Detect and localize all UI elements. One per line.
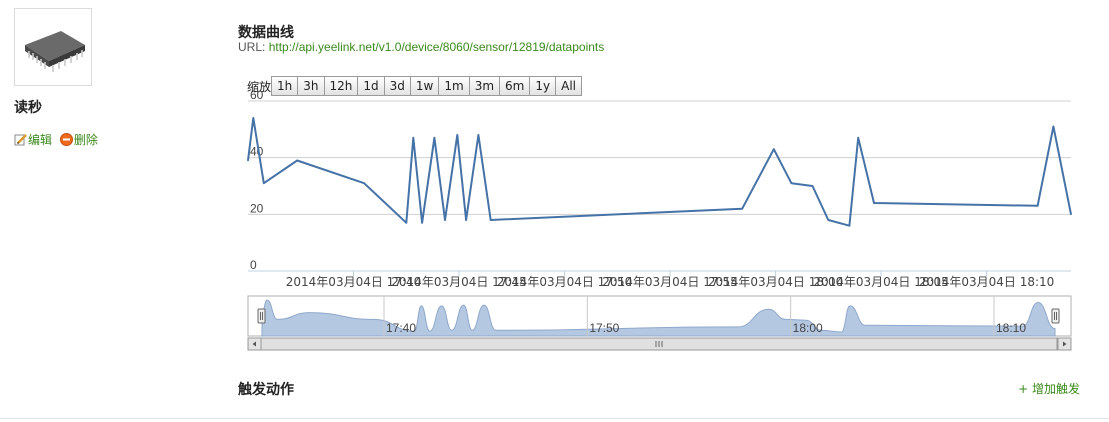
zoom-button-3h[interactable]: 3h <box>297 76 325 96</box>
data-point <box>773 148 775 150</box>
y-tick-label: 20 <box>250 201 264 215</box>
zoom-button-12h[interactable]: 12h <box>323 76 359 96</box>
data-point <box>263 182 265 184</box>
zoom-button-6m[interactable]: 6m <box>499 76 531 96</box>
data-point <box>465 219 467 221</box>
data-point <box>1036 205 1039 207</box>
navigator-tick-label: 18:10 <box>996 321 1026 335</box>
navigator-handle-left[interactable] <box>257 308 266 324</box>
x-tick-label: 2014年03月04日 18:10 <box>919 275 1054 289</box>
data-point <box>405 222 408 224</box>
data-point <box>296 159 299 162</box>
zoom-selector: 缩放 1h 3h 12h 1d 3d 1w 1m 3m 6m 1y All <box>247 76 582 96</box>
data-chart: 02040602014年03月04日 17:402014年03月04日 17:4… <box>247 88 1072 351</box>
zoom-label: 缩放 <box>247 79 272 94</box>
data-point <box>433 137 436 139</box>
data-point <box>421 222 423 224</box>
data-point <box>489 219 492 221</box>
bottom-divider <box>0 418 1109 419</box>
data-point <box>873 202 875 204</box>
data-point <box>247 159 249 162</box>
navigator-tick-label: 18:00 <box>793 321 823 335</box>
data-point <box>412 137 415 139</box>
data-point <box>252 117 255 119</box>
series-line <box>247 117 1072 227</box>
zoom-button-all[interactable]: All <box>555 76 582 96</box>
data-point <box>811 185 814 187</box>
zoom-button-1d[interactable]: 1d <box>357 76 385 96</box>
data-point <box>741 207 743 210</box>
navigator-handle-right[interactable] <box>1051 308 1060 324</box>
zoom-button-1y[interactable]: 1y <box>529 76 557 96</box>
data-point <box>363 182 365 184</box>
data-point <box>848 224 851 227</box>
data-point <box>827 219 830 221</box>
data-point <box>444 219 446 221</box>
add-trigger-link[interactable]: + 增加触发 <box>1018 380 1080 397</box>
zoom-button-3d[interactable]: 3d <box>383 76 411 96</box>
y-tick-label: 0 <box>250 258 257 272</box>
trigger-section-title: 触发动作 <box>238 382 294 398</box>
zoom-button-1w[interactable]: 1w <box>409 76 440 96</box>
data-point <box>790 182 793 184</box>
data-point <box>477 134 480 136</box>
zoom-button-1m[interactable]: 1m <box>438 76 470 96</box>
y-tick-label: 40 <box>250 145 264 159</box>
navigator-tick-label: 17:40 <box>386 321 416 335</box>
zoom-button-3m[interactable]: 3m <box>468 76 501 96</box>
navigator-tick-label: 17:50 <box>589 321 619 335</box>
zoom-button-1h[interactable]: 1h <box>271 76 299 96</box>
data-point <box>857 137 860 139</box>
data-point <box>1052 125 1055 128</box>
data-point <box>456 134 459 136</box>
data-point <box>1070 213 1072 216</box>
